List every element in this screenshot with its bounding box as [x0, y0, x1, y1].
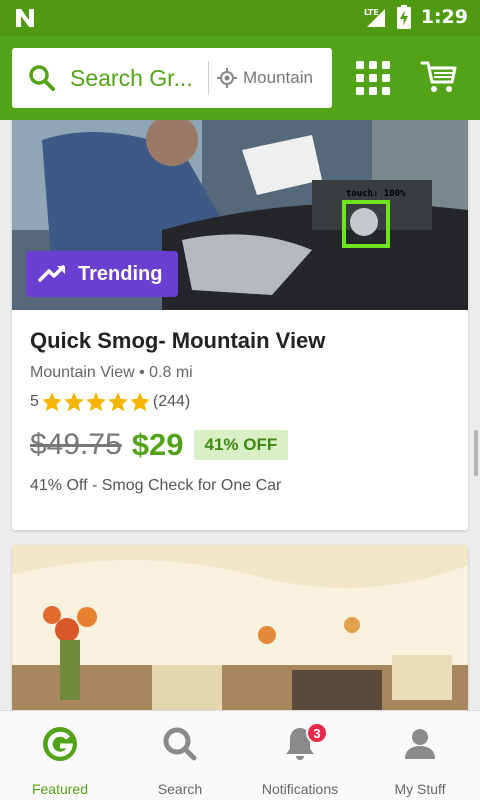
- nav-label: Search: [157, 781, 203, 797]
- notification-count-badge: 3: [306, 722, 328, 744]
- rating-row: 5 (244): [30, 391, 450, 413]
- categories-grid-icon[interactable]: [355, 60, 391, 96]
- groupon-g-icon: [43, 727, 77, 761]
- star-icon: [108, 392, 128, 412]
- lte-signal-icon: LTE: [364, 8, 385, 27]
- notification-n-icon: [16, 9, 34, 27]
- search-icon: [29, 65, 55, 91]
- deal-card[interactable]: [12, 545, 468, 710]
- location-crosshair-icon: [217, 68, 237, 88]
- touch-overlay-label: touch: 100%: [346, 189, 406, 199]
- search-icon: [163, 727, 197, 761]
- deal-card[interactable]: touch: 100% Trending Quick Smog- Mountai…: [12, 120, 468, 530]
- location-input[interactable]: Mountain: [243, 68, 323, 88]
- search-divider: [208, 61, 209, 95]
- nav-label: Featured: [31, 781, 89, 797]
- deal-image: touch: 100% Trending: [12, 120, 468, 310]
- trending-badge: Trending: [26, 251, 179, 297]
- star-rating: [41, 391, 151, 413]
- nav-label: My Stuff: [394, 781, 446, 797]
- deal-location-line: Mountain View • 0.8 mi: [30, 364, 193, 381]
- discount-badge: 41% OFF: [193, 430, 289, 460]
- nav-notifications[interactable]: 3 Notifications: [240, 711, 360, 800]
- status-bar: LTE 1:29: [0, 0, 480, 36]
- trending-up-icon: [38, 265, 65, 282]
- review-count: (244): [152, 393, 191, 410]
- star-icon: [130, 392, 150, 412]
- nav-my-stuff[interactable]: My Stuff: [360, 711, 480, 800]
- star-icon: [64, 392, 84, 412]
- search-input[interactable]: Search Gr...: [70, 65, 194, 92]
- deal-details: Quick Smog- Mountain View Mountain View …: [12, 310, 468, 495]
- rating-value: 5: [30, 393, 39, 410]
- trending-label: Trending: [78, 262, 163, 285]
- nav-label: Notifications: [261, 781, 339, 797]
- status-time: 1:29: [420, 6, 468, 28]
- price-row: $49.75 $29 41% OFF: [30, 427, 450, 463]
- deal-image: [12, 545, 468, 710]
- deal-description: 41% Off - Smog Check for One Car: [30, 477, 282, 494]
- nav-search[interactable]: Search: [120, 711, 240, 800]
- search-bar[interactable]: Search Gr... Mountain: [12, 48, 332, 108]
- app-header: Search Gr... Mountain: [0, 36, 480, 120]
- bottom-navigation: Featured Search 3 Notifications My Stuff: [0, 710, 480, 800]
- scrollbar-thumb[interactable]: [474, 430, 478, 476]
- battery-charging-icon: [396, 5, 411, 29]
- deal-location: Mountain View: [30, 364, 135, 381]
- lounge-photo-illustration: [12, 545, 468, 710]
- deal-distance: 0.8 mi: [149, 364, 193, 381]
- star-icon: [86, 392, 106, 412]
- person-icon: [405, 729, 435, 759]
- deal-title[interactable]: Quick Smog- Mountain View: [30, 328, 450, 354]
- nav-featured[interactable]: Featured: [0, 711, 120, 800]
- touch-overlay-box: [342, 200, 390, 248]
- shopping-cart-icon[interactable]: [420, 58, 458, 96]
- original-price: $49.75: [30, 428, 122, 461]
- deals-feed[interactable]: touch: 100% Trending Quick Smog- Mountai…: [0, 120, 480, 710]
- star-icon: [42, 392, 62, 412]
- svg-text:LTE: LTE: [364, 8, 379, 17]
- sale-price: $29: [131, 427, 184, 462]
